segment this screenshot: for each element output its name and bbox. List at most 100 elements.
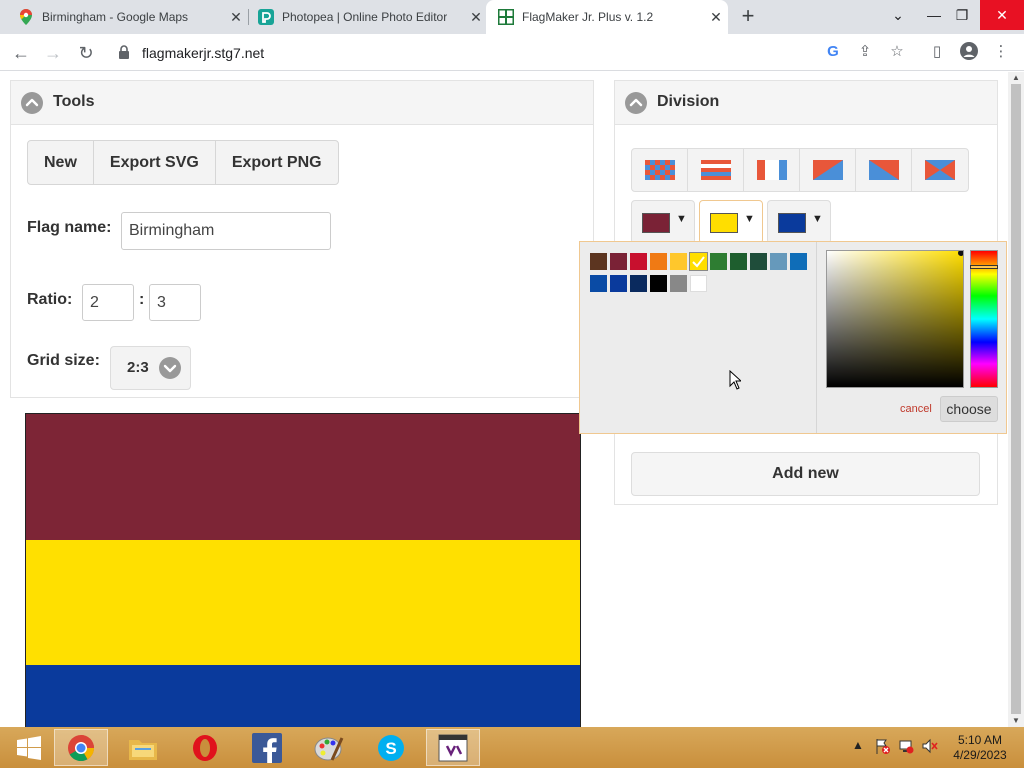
hue-slider-handle[interactable] — [970, 265, 998, 269]
forward-button[interactable]: → — [40, 40, 66, 66]
add-new-button[interactable]: Add new — [631, 452, 980, 496]
new-button[interactable]: New — [28, 141, 94, 184]
side-panel-icon[interactable]: ▯ — [927, 42, 947, 62]
volume-muted-icon[interactable] — [922, 738, 938, 757]
share-icon[interactable]: ⇪ — [855, 42, 875, 62]
action-center-flag-icon[interactable] — [874, 738, 890, 757]
horizontal-stripes-icon — [700, 160, 731, 180]
lock-icon[interactable] — [118, 45, 132, 61]
choose-button[interactable]: choose — [940, 396, 998, 422]
palette-swatch[interactable] — [689, 252, 708, 271]
scroll-up-arrow[interactable]: ▲ — [1008, 72, 1024, 84]
color-1-swatch — [642, 213, 670, 233]
dropdown-triangle-icon: ▼ — [676, 213, 687, 225]
saturation-value-area[interactable] — [826, 250, 964, 388]
flag-preview — [25, 413, 581, 727]
palette-swatch[interactable] — [650, 275, 667, 292]
flag-name-label: Flag name: — [27, 219, 112, 236]
facebook-icon[interactable] — [240, 729, 294, 766]
ratio-width-input[interactable]: 3 — [149, 284, 201, 321]
bookmark-star-icon[interactable]: ☆ — [887, 42, 907, 62]
palette-swatch[interactable] — [630, 253, 647, 270]
palette-swatch[interactable] — [670, 253, 687, 270]
color-1-picker-button[interactable]: ▼ — [631, 200, 695, 244]
close-tab-icon[interactable]: ✕ — [468, 9, 484, 25]
division-saltire-button[interactable] — [912, 149, 968, 191]
reload-button[interactable]: ↻ — [73, 40, 99, 66]
close-window-button[interactable]: ✕ — [980, 0, 1024, 30]
new-tab-button[interactable]: + — [736, 4, 760, 28]
show-hidden-icons-arrow[interactable]: ▲ — [852, 738, 864, 752]
division-vertical-stripes-button[interactable] — [744, 149, 800, 191]
palette-swatch[interactable] — [730, 253, 747, 270]
chrome-icon[interactable] — [54, 729, 108, 766]
close-tab-icon[interactable]: ✕ — [708, 9, 724, 25]
tab-search-icon[interactable]: ⌄ — [880, 0, 916, 30]
windows-taskbar: S ▲ 5:10 AM 4/29/2023 — [0, 727, 1024, 768]
hue-slider[interactable] — [970, 250, 998, 388]
tab-title: Photopea | Online Photo Editor — [282, 10, 448, 24]
restore-button[interactable]: ❐ — [944, 0, 980, 30]
color-3-swatch — [778, 213, 806, 233]
kebab-menu-icon[interactable]: ⋮ — [991, 42, 1011, 62]
back-button[interactable]: ← — [8, 40, 34, 66]
google-maps-icon — [18, 9, 34, 25]
division-diagonal-right-button[interactable] — [856, 149, 912, 191]
palette-swatch[interactable] — [770, 253, 787, 270]
flag-stripe-top — [26, 414, 580, 540]
windows-start-icon[interactable] — [2, 729, 56, 766]
palette-swatch[interactable] — [690, 275, 707, 292]
profile-avatar[interactable] — [959, 42, 979, 62]
skype-icon[interactable]: S — [364, 729, 418, 766]
palette-swatch[interactable] — [590, 253, 607, 270]
export-png-button[interactable]: Export PNG — [216, 141, 338, 184]
palette-swatch[interactable] — [670, 275, 687, 292]
paint-icon[interactable] — [302, 729, 356, 766]
collapse-chevron-icon[interactable] — [625, 92, 647, 114]
visual-studio-icon[interactable] — [426, 729, 480, 766]
file-button-group: New Export SVG Export PNG — [27, 140, 339, 185]
palette-swatch[interactable] — [610, 275, 627, 292]
palette-swatch[interactable] — [790, 253, 807, 270]
grid-size-select[interactable]: 2:3 — [110, 346, 191, 390]
page-scrollbar[interactable]: ▲ ▼ — [1008, 72, 1024, 727]
opera-icon[interactable] — [178, 729, 232, 766]
export-svg-button[interactable]: Export SVG — [94, 141, 216, 184]
palette-swatch[interactable] — [710, 253, 727, 270]
system-clock[interactable]: 5:10 AM 4/29/2023 — [944, 733, 1016, 763]
ratio-height-input[interactable]: 2 — [82, 284, 134, 321]
google-lens-icon[interactable]: G — [823, 42, 843, 62]
mouse-cursor-icon — [729, 370, 741, 390]
palette-swatch[interactable] — [610, 253, 627, 270]
palette-swatch[interactable] — [650, 253, 667, 270]
scrollbar-thumb[interactable] — [1011, 84, 1021, 714]
file-manager-icon[interactable] — [116, 729, 170, 766]
address-bar[interactable]: flagmakerjr.stg7.net — [108, 39, 916, 67]
flag-stripe-middle — [26, 540, 580, 665]
palette-swatch[interactable] — [590, 275, 607, 292]
tab-title: FlagMaker Jr. Plus v. 1.2 — [522, 10, 654, 24]
collapse-chevron-icon[interactable] — [21, 92, 43, 114]
division-horizontal-stripes-button[interactable] — [688, 149, 744, 191]
division-panel-header[interactable]: Division — [615, 81, 997, 125]
dropdown-triangle-icon: ▼ — [812, 213, 823, 225]
flag-name-input[interactable]: Birmingham — [121, 212, 331, 250]
color-2-picker-button[interactable]: ▼ — [699, 200, 763, 244]
color-2-swatch — [710, 213, 738, 233]
scroll-down-arrow[interactable]: ▼ — [1008, 715, 1024, 727]
palette-swatch[interactable] — [750, 253, 767, 270]
svg-text:S: S — [385, 739, 396, 758]
division-checkerboard-button[interactable] — [632, 149, 688, 191]
tools-panel-header[interactable]: Tools — [11, 81, 593, 125]
chevron-down-icon[interactable] — [159, 357, 181, 379]
palette-swatch[interactable] — [630, 275, 647, 292]
tab-photopea[interactable]: Photopea | Online Photo Editor ✕ — [240, 0, 488, 34]
division-diagonal-left-button[interactable] — [800, 149, 856, 191]
color-3-picker-button[interactable]: ▼ — [767, 200, 831, 244]
tab-google-maps[interactable]: Birmingham - Google Maps ✕ — [0, 0, 248, 34]
cancel-link[interactable]: cancel — [900, 403, 932, 415]
tab-flagmaker[interactable]: FlagMaker Jr. Plus v. 1.2 ✕ — [486, 0, 728, 34]
network-icon[interactable] — [898, 738, 914, 757]
dropdown-triangle-icon: ▼ — [744, 213, 755, 225]
tools-panel: Tools New Export SVG Export PNG Flag nam… — [10, 80, 594, 398]
